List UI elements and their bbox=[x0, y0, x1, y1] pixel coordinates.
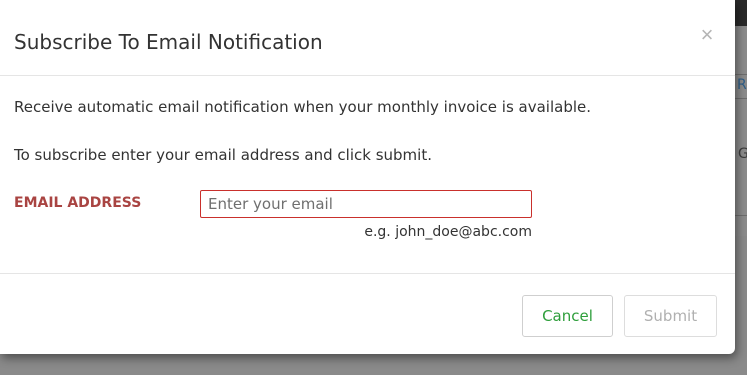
cancel-button[interactable]: Cancel bbox=[522, 295, 613, 337]
email-input[interactable] bbox=[200, 190, 532, 218]
description-text: Receive automatic email notification whe… bbox=[14, 98, 592, 116]
instruction-text: To subscribe enter your email address an… bbox=[14, 146, 432, 164]
email-hint: e.g. john_doe@abc.com bbox=[364, 224, 532, 240]
subscribe-modal: Subscribe To Email Notification × Receiv… bbox=[0, 0, 735, 354]
close-icon: × bbox=[700, 22, 714, 47]
email-label: EMAIL ADDRESS bbox=[14, 195, 142, 211]
background-text: G bbox=[738, 146, 747, 162]
modal-title: Subscribe To Email Notification bbox=[14, 30, 323, 54]
modal-footer: Cancel Submit bbox=[0, 273, 735, 355]
modal-header: Subscribe To Email Notification × bbox=[0, 0, 735, 76]
submit-button[interactable]: Submit bbox=[624, 295, 717, 337]
background-link-text: Re bbox=[737, 77, 747, 93]
close-button[interactable]: × bbox=[694, 22, 720, 48]
